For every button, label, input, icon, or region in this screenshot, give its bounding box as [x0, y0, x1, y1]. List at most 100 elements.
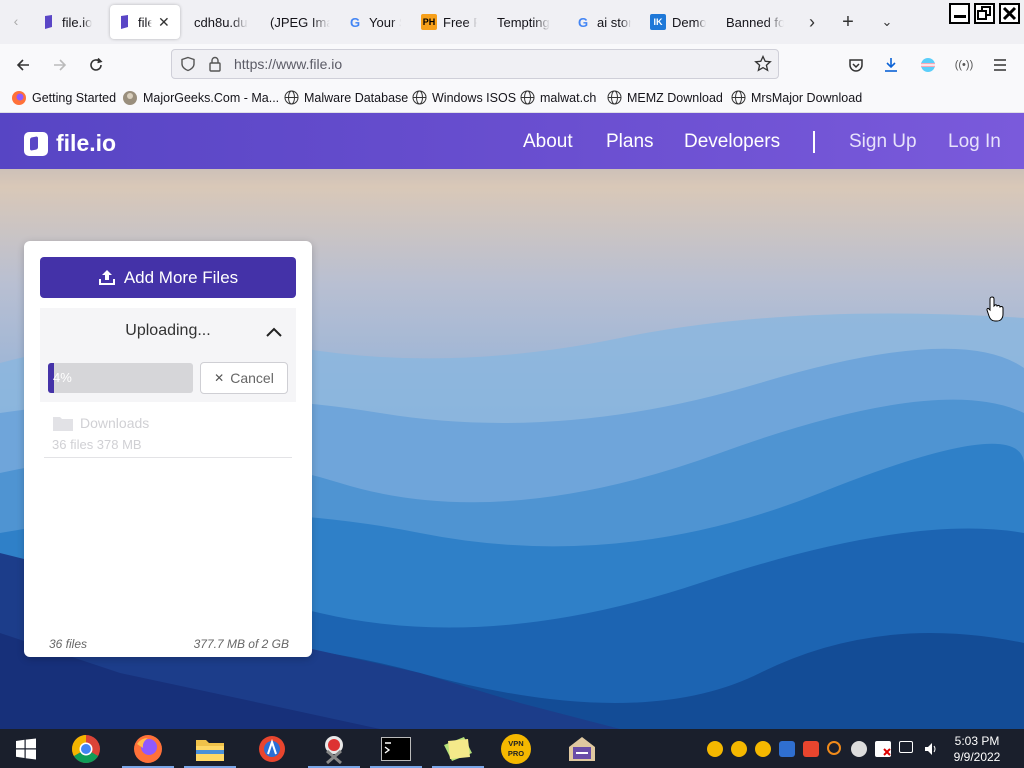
bookmark-label: malwat.ch: [540, 90, 597, 105]
tab-google-ai[interactable]: G ai stor: [575, 5, 631, 39]
downloads-icon[interactable]: [878, 52, 904, 78]
tray-app-icon[interactable]: [803, 741, 819, 757]
upload-progress-bar: 4%: [48, 363, 193, 393]
chevron-up-icon[interactable]: [266, 324, 282, 342]
tracking-protection-shield-icon[interactable]: [180, 56, 196, 77]
tray-network-icon[interactable]: [899, 741, 913, 753]
tab-demo[interactable]: IK Demo: [650, 5, 706, 39]
tray-status-icon[interactable]: [851, 741, 867, 757]
tray-volume-icon[interactable]: [923, 741, 939, 757]
taskbar-file-explorer[interactable]: [182, 729, 238, 768]
tray-vpn-icon-1[interactable]: [707, 741, 723, 757]
restore-window-icon[interactable]: [974, 3, 995, 24]
bookmark-label: Getting Started: [32, 91, 117, 105]
tray-vpn-icon-2[interactable]: [731, 741, 747, 757]
bookmark-mrsmajor-download[interactable]: MrsMajor Download: [731, 90, 862, 105]
upload-card: Add More Files Uploading... 4% ✕ Cancel …: [24, 241, 312, 657]
bookmark-label: MEMZ Download: [627, 90, 723, 105]
mouse-cursor-hand-icon: [986, 296, 1004, 322]
folder-icon: [196, 739, 224, 761]
taskbar-command-prompt[interactable]: [368, 729, 424, 768]
tab-jpeg-image[interactable]: (JPEG Ima: [270, 5, 330, 39]
cancel-label: Cancel: [230, 370, 274, 386]
taskbar-clock[interactable]: 5:03 PM 9/9/2022: [942, 733, 1012, 765]
nav-login-link[interactable]: Log In: [948, 131, 1001, 153]
close-icon: ✕: [214, 371, 225, 385]
taskbar-sticky-notes[interactable]: [430, 729, 486, 768]
taskbar-vpn-pro[interactable]: VPN PRO: [488, 729, 544, 768]
new-tab-icon[interactable]: +: [836, 10, 860, 34]
tray-flag-icon[interactable]: [875, 741, 891, 757]
upload-progress-panel: Uploading... 4% ✕ Cancel: [40, 308, 296, 402]
tab-banned[interactable]: Banned fo: [726, 5, 784, 39]
hamburger-menu-icon[interactable]: [987, 52, 1013, 78]
app-icon: [259, 735, 285, 762]
minimize-window-icon[interactable]: [949, 3, 970, 24]
fileio-logo-icon: [24, 131, 48, 156]
globe-icon: [607, 90, 622, 105]
add-more-files-button[interactable]: Add More Files: [40, 257, 296, 298]
tab-cdh8u[interactable]: cdh8u.du: [194, 5, 252, 39]
bookmark-malware-database[interactable]: Malware Database: [284, 90, 408, 105]
close-window-icon[interactable]: [999, 3, 1020, 24]
address-bar[interactable]: https://www.file.io: [171, 49, 779, 79]
bookmark-label: MrsMajor Download: [751, 90, 863, 105]
tab-scroll-right-icon[interactable]: ›: [800, 10, 824, 34]
list-tabs-icon[interactable]: ⌄: [875, 10, 899, 34]
tray-vpn-icon-3[interactable]: [755, 741, 771, 757]
extension-avatar-icon[interactable]: [915, 52, 941, 78]
tab-label: Tempting: [497, 14, 550, 30]
navigation-toolbar: https://www.file.io ((•)): [0, 44, 1024, 86]
tab-fileio-active[interactable]: file.io ✕: [110, 5, 180, 39]
back-icon[interactable]: [10, 52, 36, 78]
progress-percent-label: 4%: [53, 370, 72, 385]
tab-label: Demo: [672, 14, 706, 30]
bookmark-getting-started[interactable]: Getting Started: [11, 90, 116, 106]
url-text[interactable]: https://www.file.io: [234, 56, 342, 72]
tab-strip: ‹ file.io file.io ✕ cdh8u.du (JPEG Ima G…: [0, 0, 1024, 45]
fileio-favicon-icon: [116, 14, 132, 30]
bookmark-malwatch[interactable]: malwat.ch: [520, 90, 596, 105]
tab-scroll-left-icon[interactable]: ‹: [8, 13, 24, 31]
vpn-icon: VPN PRO: [501, 733, 531, 764]
nav-developers-link[interactable]: Developers: [684, 131, 780, 153]
tab-close-icon[interactable]: ✕: [158, 14, 170, 31]
nav-plans-link[interactable]: Plans: [606, 131, 654, 153]
nav-divider: [813, 131, 815, 153]
tray-network-app-icon[interactable]: [779, 741, 795, 757]
tab-google-your[interactable]: G Your S: [347, 5, 401, 39]
reload-icon[interactable]: [83, 52, 109, 78]
bookmark-windows-isos[interactable]: Windows ISOS: [412, 90, 516, 105]
windows-logo-icon: [16, 738, 36, 759]
tab-free-p[interactable]: PH Free P: [421, 5, 477, 39]
tab-tempting[interactable]: Tempting: [497, 5, 553, 39]
lock-icon[interactable]: [208, 56, 222, 77]
taskbar-app-9[interactable]: [554, 729, 610, 768]
bookmark-majorgeeks[interactable]: MajorGeeks.Com - Ma...: [122, 90, 279, 106]
taskbar-app-4[interactable]: [244, 729, 300, 768]
tab-label: (JPEG Ima: [270, 14, 330, 30]
tab-label: Your S: [369, 14, 401, 30]
tab-fileio-1[interactable]: file.io: [40, 5, 100, 39]
folder-icon: [52, 414, 74, 437]
upload-status-text: Uploading...: [125, 322, 211, 339]
app-icon: [325, 735, 343, 764]
bookmark-memz-download[interactable]: MEMZ Download: [607, 90, 723, 105]
bookmark-star-icon[interactable]: [754, 54, 772, 78]
site-logo[interactable]: file.io: [24, 130, 116, 157]
forward-icon[interactable]: [47, 52, 73, 78]
taskbar-chrome[interactable]: [58, 729, 114, 768]
cancel-upload-button[interactable]: ✕ Cancel: [200, 362, 288, 394]
nav-about-link[interactable]: About: [523, 131, 573, 153]
tray-search-icon[interactable]: [827, 741, 841, 755]
globe-icon: [731, 90, 746, 105]
folder-name: Downloads: [80, 415, 150, 431]
taskbar-app-5[interactable]: [306, 729, 362, 768]
globe-icon: [412, 90, 427, 105]
nav-signup-link[interactable]: Sign Up: [849, 131, 917, 153]
ph-favicon-icon: PH: [421, 14, 437, 30]
taskbar-firefox[interactable]: [120, 729, 176, 768]
start-button[interactable]: [0, 729, 52, 768]
extension-icon[interactable]: ((•)): [951, 52, 977, 78]
pocket-icon[interactable]: [843, 52, 869, 78]
